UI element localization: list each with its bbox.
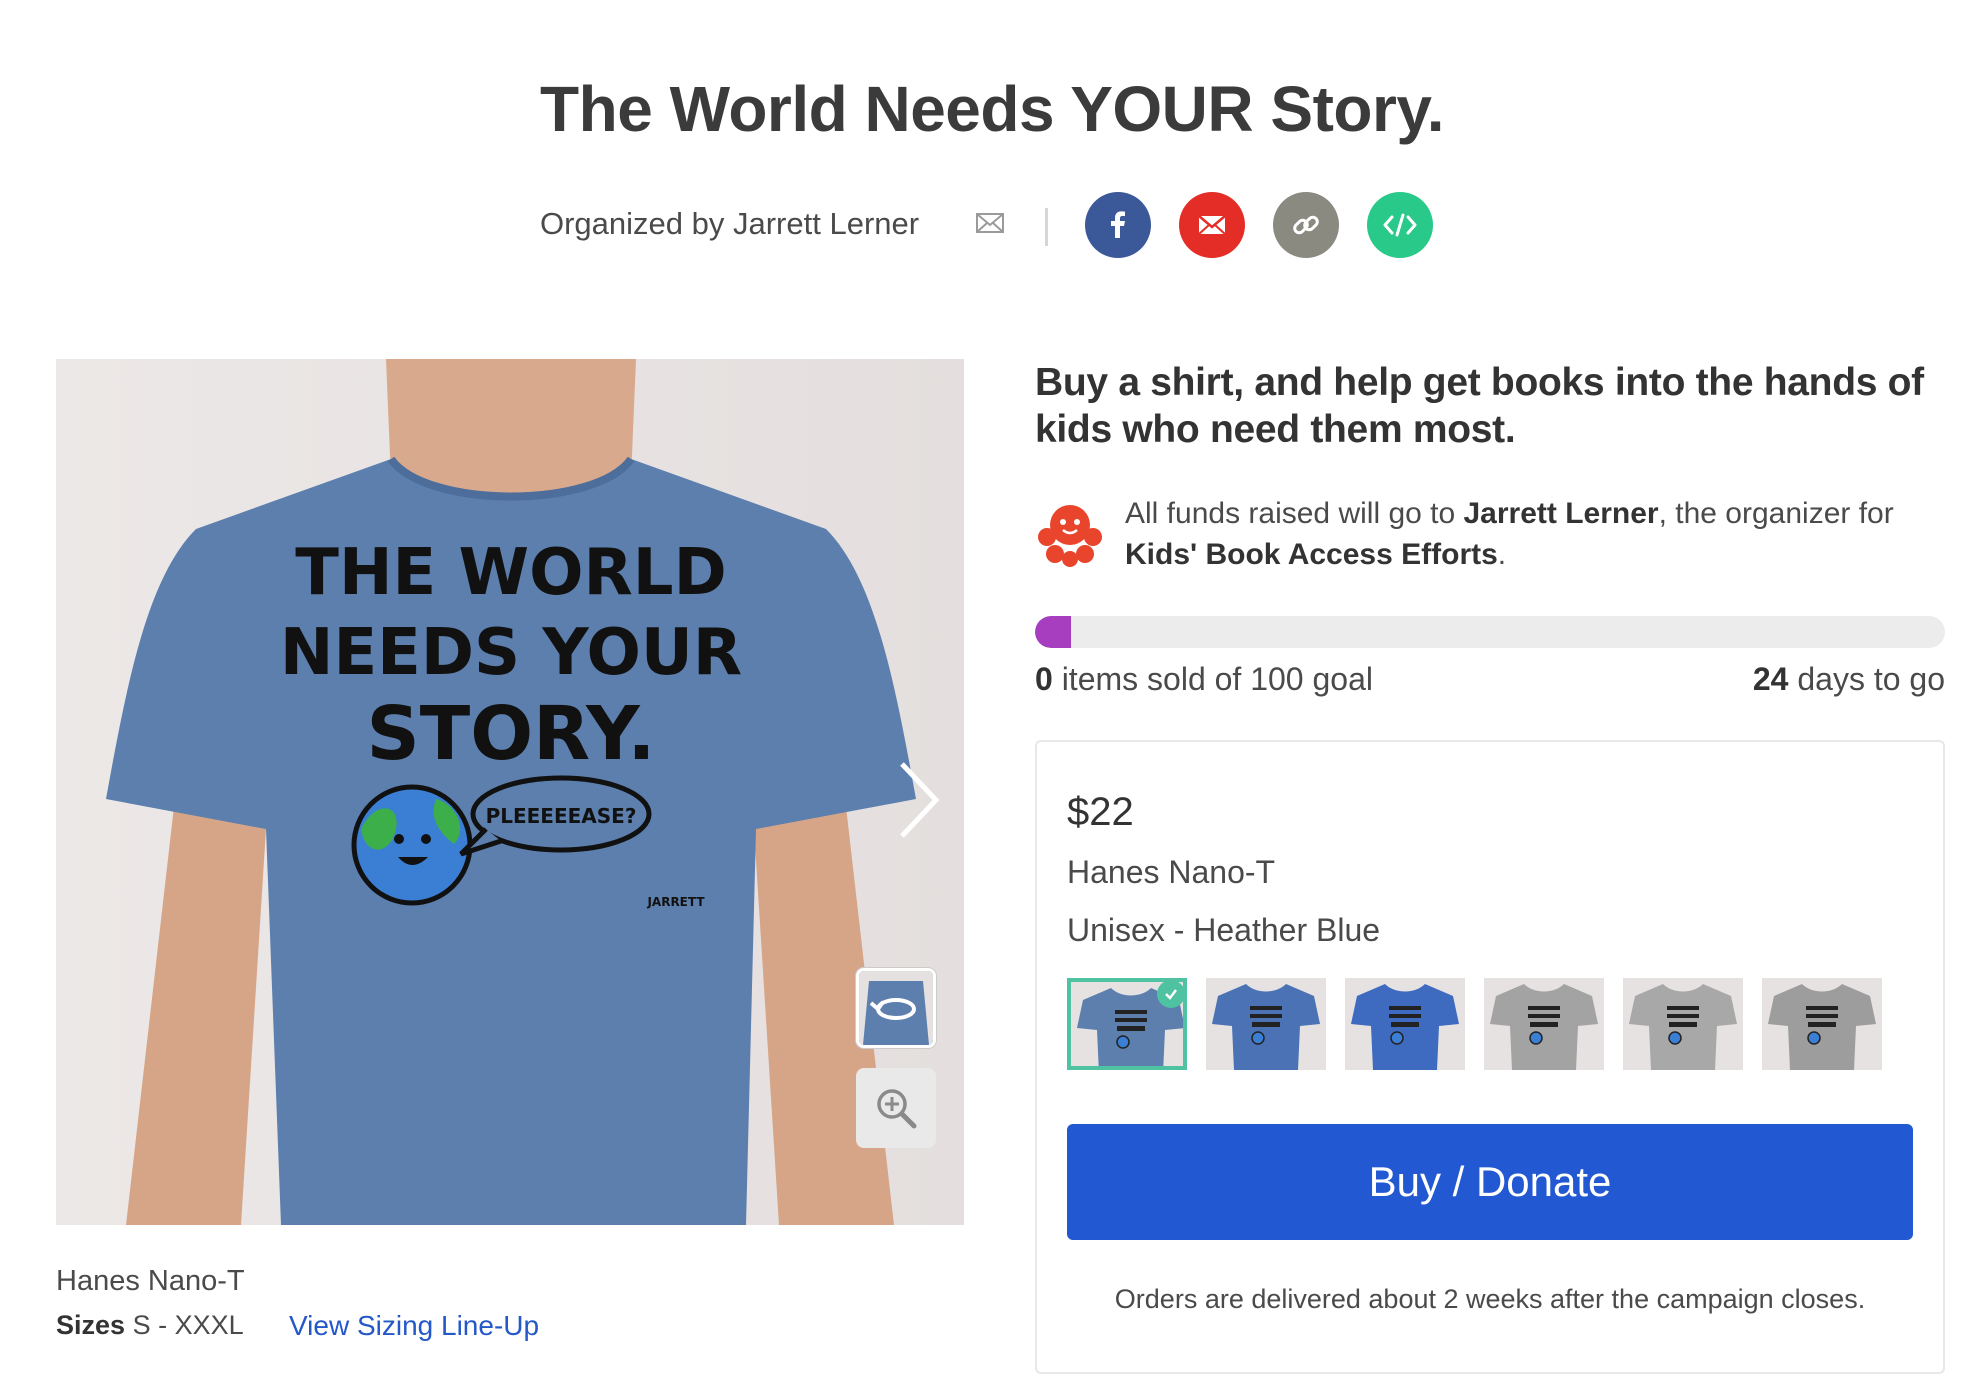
product-style: Hanes Nano-T: [1067, 854, 1276, 890]
selected-check-icon: [1157, 982, 1183, 1008]
facebook-icon: [1111, 211, 1125, 238]
product-name: Hanes Nano-T: [56, 1265, 245, 1297]
link-icon: [1293, 215, 1319, 235]
sizes-value: S - XXXL: [132, 1310, 244, 1340]
shirt-text-line2: NEEDS YOUR: [280, 616, 742, 690]
rotate-icon: [859, 971, 933, 1045]
days-count: 24: [1752, 661, 1789, 697]
contact-organizer-mail-icon[interactable]: [976, 212, 1004, 234]
tshirt-model-photo: THE WORLD NEEDS YOUR STORY. PLEEEEEASE? …: [56, 359, 964, 1225]
product-variant: Unisex - Heather Blue: [1067, 912, 1381, 948]
shirt-thumbnail-icon: [1762, 978, 1882, 1070]
days-remaining: 24 days to go: [1753, 661, 1945, 698]
swatch-grey-tee[interactable]: [1484, 978, 1604, 1070]
swatch-blue-womens-vneck[interactable]: [1206, 978, 1326, 1070]
delivery-note: Orders are delivered about 2 weeks after…: [1114, 1284, 1866, 1314]
sales-progress-bar: [1035, 616, 1945, 648]
funds-suffix: .: [1497, 538, 1507, 571]
copy-link-button[interactable]: [1273, 192, 1339, 258]
swatch-grey-womens-tee[interactable]: [1623, 978, 1743, 1070]
buy-donate-button[interactable]: Buy / Donate: [1067, 1124, 1913, 1240]
embed-button[interactable]: [1367, 192, 1433, 258]
buy-card: $22 Hanes Nano-T Unisex - Heather Blue B…: [1035, 740, 1945, 1374]
campaign-details: Buy a shirt, and help get books into the…: [1035, 359, 1945, 697]
next-image-chevron-icon[interactable]: [896, 760, 942, 840]
items-sold: 0 items sold of 100 goal: [1035, 661, 1373, 698]
campaign-title: The World Needs YOUR Story.: [540, 73, 1445, 145]
facebook-share-button[interactable]: [1085, 192, 1151, 258]
price: $22: [1067, 790, 1134, 834]
zoom-in-icon: [877, 1089, 917, 1129]
shirt-text-line1: THE WORLD: [295, 536, 726, 610]
sizes-label: Sizes: [56, 1310, 126, 1340]
speech-bubble-text: PLEEEEEASE?: [486, 804, 637, 828]
back-view-thumbnail[interactable]: [856, 968, 936, 1048]
shirt-thumbnail-icon: [1345, 978, 1465, 1070]
swatch-heather-blue-tee[interactable]: [1067, 978, 1187, 1070]
view-sizing-link[interactable]: View Sizing Line-Up: [289, 1310, 539, 1342]
divider: [1045, 208, 1048, 246]
octopus-logo-icon: [1038, 505, 1102, 567]
sizes-info: Sizes S - XXXL: [56, 1310, 244, 1341]
funds-text: All funds raised will go to Jarrett Lern…: [1125, 493, 1945, 575]
swatch-grey-long-sleeve[interactable]: [1762, 978, 1882, 1070]
funds-recipient: Jarrett Lerner: [1463, 497, 1659, 530]
campaign-headline: Buy a shirt, and help get books into the…: [1035, 361, 1924, 451]
sold-count: 0: [1035, 661, 1053, 697]
shirt-thumbnail-icon: [1484, 978, 1604, 1070]
email-share-button[interactable]: [1179, 192, 1245, 258]
organizer-row: Organized by Jarrett Lerner: [0, 188, 1984, 258]
zoom-button[interactable]: [856, 1068, 936, 1148]
sold-text: items sold of 100 goal: [1052, 661, 1373, 697]
organizer-name: Organized by Jarrett Lerner: [540, 206, 920, 241]
shirt-thumbnail-icon: [1623, 978, 1743, 1070]
style-swatches: [1067, 978, 1917, 1070]
days-text: days to go: [1788, 661, 1945, 697]
shirt-thumbnail-icon: [1206, 978, 1326, 1070]
code-icon: [1383, 213, 1417, 237]
funds-cause: Kids' Book Access Efforts: [1125, 538, 1498, 571]
progress-fill: [1035, 616, 1072, 648]
shirt-text-line3: STORY.: [366, 691, 655, 777]
swatch-blue-long-sleeve[interactable]: [1345, 978, 1465, 1070]
funds-prefix: All funds raised will go to: [1125, 497, 1464, 530]
mail-icon: [1198, 215, 1226, 235]
funds-middle: , the organizer for: [1658, 497, 1894, 530]
product-image[interactable]: THE WORLD NEEDS YOUR STORY. PLEEEEEASE? …: [56, 359, 964, 1225]
funds-info: All funds raised will go to Jarrett Lern…: [1035, 493, 1945, 573]
signature-text: JARRETT: [646, 895, 705, 909]
